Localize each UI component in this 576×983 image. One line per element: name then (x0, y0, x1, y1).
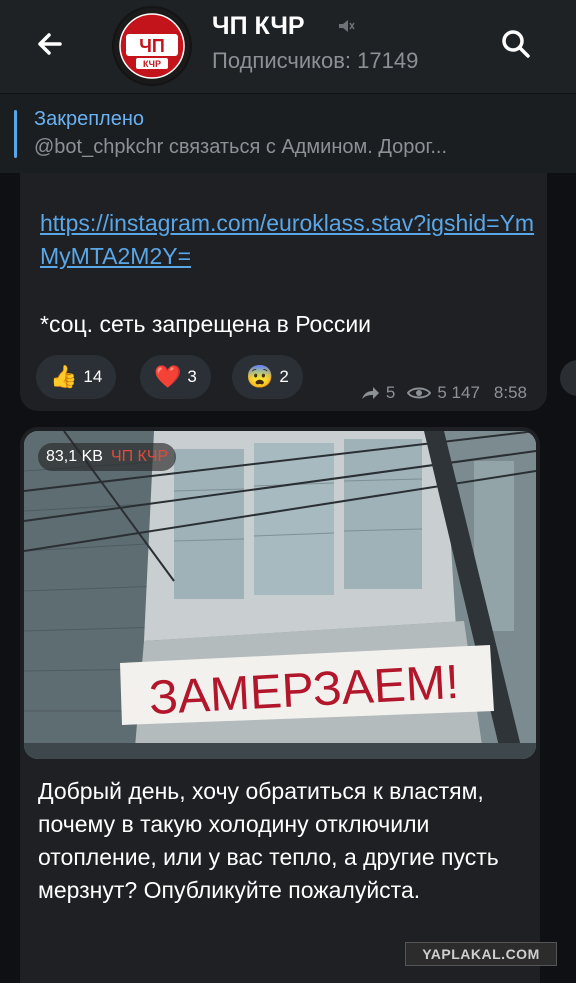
building-photo: ЗАМЕРЗАЕМ! (24, 431, 536, 759)
pinned-message-bar[interactable]: Закреплено @bot_chpkchr связаться с Адми… (0, 93, 576, 173)
reaction-fearful[interactable]: 😨 2 (232, 355, 303, 399)
pinned-indicator (14, 110, 17, 158)
message-time: 8:58 (493, 383, 527, 402)
forward-count: 5 (385, 383, 396, 402)
channel-logo-icon: ЧП КЧР (114, 8, 190, 84)
message-bubble[interactable]: https://instagram.com/euroklass.stav?igs… (20, 173, 547, 411)
search-icon (502, 30, 530, 58)
message-meta: 5 5 147 8:58 (360, 383, 527, 403)
pinned-title: Закреплено (34, 108, 144, 130)
chat-header: ЧП КЧР ЧП КЧР Подписчиков: 17149 (0, 0, 576, 93)
back-button[interactable] (30, 24, 70, 64)
channel-avatar[interactable]: ЧП КЧР (112, 6, 192, 86)
view-count: 5 147 (437, 383, 480, 402)
thumbs-up-icon: 👍 (50, 364, 78, 389)
reaction-count: 2 (279, 367, 289, 386)
subscriber-count: Подписчиков: 17149 (212, 48, 419, 73)
message-photo[interactable]: ЗАМЕРЗАЕМ! 83,1 KB ЧП КЧР (24, 431, 536, 759)
fearful-face-icon: 😨 (246, 364, 274, 389)
reaction-count: 14 (83, 367, 103, 386)
arrow-left-icon (38, 33, 62, 55)
message-text: *соц. сеть запрещена в России (40, 311, 372, 337)
forward-source[interactable]: ЧП КЧР (111, 443, 168, 471)
channel-title[interactable]: ЧП КЧР (212, 12, 305, 41)
message-text: Добрый день, хочу обратиться к властям, … (38, 778, 499, 903)
avatar-text-top: ЧП (139, 36, 165, 56)
muted-icon (336, 16, 356, 36)
reaction-thumbs-up[interactable]: 👍 14 (36, 355, 117, 399)
eye-icon (407, 387, 432, 399)
message-bubble[interactable]: ЗАМЕРЗАЕМ! 83,1 KB ЧП КЧР Добрый день, х… (20, 427, 540, 983)
reaction-heart[interactable]: ❤️ 3 (140, 355, 211, 399)
heart-icon: ❤️ (154, 364, 182, 389)
watermark: YAPLAKAL.COM (405, 942, 557, 966)
search-button[interactable] (496, 24, 536, 64)
pinned-text: @bot_chpkchr связаться с Админом. Дорог.… (34, 136, 448, 158)
forward-icon (361, 387, 379, 399)
photo-info-badge: 83,1 KB ЧП КЧР (38, 443, 177, 471)
avatar-text-bottom: КЧР (143, 59, 161, 69)
file-size: 83,1 KB (46, 448, 103, 465)
instagram-link[interactable]: https://instagram.com/euroklass.stav?igs… (40, 207, 540, 273)
reaction-count: 3 (187, 367, 197, 386)
